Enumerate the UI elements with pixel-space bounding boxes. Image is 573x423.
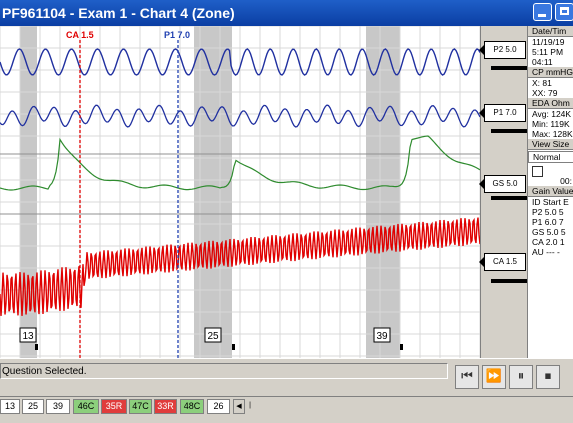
marker-label: P1 7.0	[164, 30, 190, 40]
question-cell[interactable]: 33R	[154, 399, 177, 414]
question-cell[interactable]: 46C	[73, 399, 99, 414]
chart-canvas: CA 1.5 P1 7.0 13 25 39	[0, 26, 480, 358]
question-sequence-bar: 13 25 39 46C 35R 47C 33R 48C 26 ◀ |	[0, 396, 573, 423]
channel-label: GS 5.0	[492, 179, 518, 188]
fast-forward-icon[interactable]: ⏩	[482, 365, 506, 389]
channel-label: P2 5.0	[493, 45, 517, 54]
event-tick	[232, 344, 235, 350]
channel-label: CA 1.5	[492, 257, 517, 266]
question-zone	[366, 26, 400, 358]
question-cell[interactable]: 13	[0, 399, 20, 414]
question-cell[interactable]: 48C	[180, 399, 204, 414]
minimize-icon[interactable]	[533, 3, 552, 21]
channel-label: P1 7.0	[493, 108, 517, 117]
info-panel: Date/Tim 11/19/19 5:11 PM 04:11 CP mmHG …	[527, 26, 573, 358]
event-tick	[35, 344, 38, 350]
datetime-header: Date/Tim	[528, 26, 573, 37]
channel-button-p1[interactable]: P1 7.0	[479, 104, 526, 122]
stop-icon[interactable]: ⏹	[536, 365, 560, 389]
view-size-select[interactable]: Normal	[528, 151, 573, 163]
view-size-icon[interactable]	[528, 164, 573, 177]
marker-label: CA 1.5	[66, 30, 94, 40]
event-tick	[400, 344, 403, 350]
status-bar: Question Selected. ⏮ ⏩ ⏸ ⏹	[0, 358, 573, 397]
gain-header: Gain Value	[528, 186, 573, 197]
eda-min: Min: 119K	[532, 119, 570, 129]
channel-panel: P2 5.0 P1 7.0 GS 5.0 CA 1.5	[479, 26, 528, 358]
channel-arrow-tail	[491, 196, 527, 200]
scroll-left-icon[interactable]: ◀	[233, 399, 245, 414]
maximize-icon[interactable]	[555, 3, 573, 21]
question-cell[interactable]: 47C	[129, 399, 152, 414]
date-value: 11/19/19	[532, 37, 565, 47]
cp-header: CP mmHG	[528, 67, 573, 78]
elapsed-value: 04:11	[532, 57, 553, 67]
question-label: 25	[207, 331, 219, 342]
scroll-divider: |	[249, 402, 251, 409]
question-label: 39	[376, 331, 388, 342]
counter-value: 00:	[560, 176, 572, 186]
eda-avg: Avg: 124K	[532, 109, 572, 119]
gain-columns: ID Start E	[532, 197, 569, 207]
gain-row: P2 5.0 5	[532, 207, 564, 217]
x-value: X: 81	[532, 78, 552, 88]
channel-button-ca[interactable]: CA 1.5	[479, 253, 526, 271]
gain-row: P1 6.0 7	[532, 217, 564, 227]
channel-arrow-tail	[491, 129, 527, 133]
window-title: PF961104 - Exam 1 - Chart 4 (Zone)	[2, 5, 235, 21]
question-cell[interactable]: 25	[22, 399, 44, 414]
channel-arrow-tail	[491, 279, 527, 283]
question-cell[interactable]: 39	[46, 399, 70, 414]
channel-button-gs[interactable]: GS 5.0	[479, 175, 526, 193]
polygraph-chart[interactable]: CA 1.5 P1 7.0 13 25 39	[0, 26, 480, 358]
question-cell[interactable]: 26	[207, 399, 230, 414]
eda-header: EDA Ohm	[528, 98, 573, 109]
title-bar: PF961104 - Exam 1 - Chart 4 (Zone)	[0, 0, 573, 26]
gain-row: AU --- -	[532, 247, 560, 257]
view-size-header: View Size	[528, 139, 573, 150]
channel-button-p2[interactable]: P2 5.0	[479, 41, 526, 59]
xx-value: XX: 79	[532, 88, 558, 98]
question-label: 13	[22, 331, 34, 342]
time-value: 5:11 PM	[532, 47, 564, 57]
pause-icon[interactable]: ⏸	[509, 365, 533, 389]
gain-row: CA 2.0 1	[532, 237, 565, 247]
skip-back-icon[interactable]: ⏮	[455, 365, 479, 389]
question-cell[interactable]: 35R	[101, 399, 127, 414]
status-text: Question Selected.	[2, 366, 87, 377]
eda-max: Max: 128K	[532, 129, 573, 139]
gain-row: GS 5.0 5	[532, 227, 566, 237]
channel-arrow-tail	[491, 66, 527, 70]
